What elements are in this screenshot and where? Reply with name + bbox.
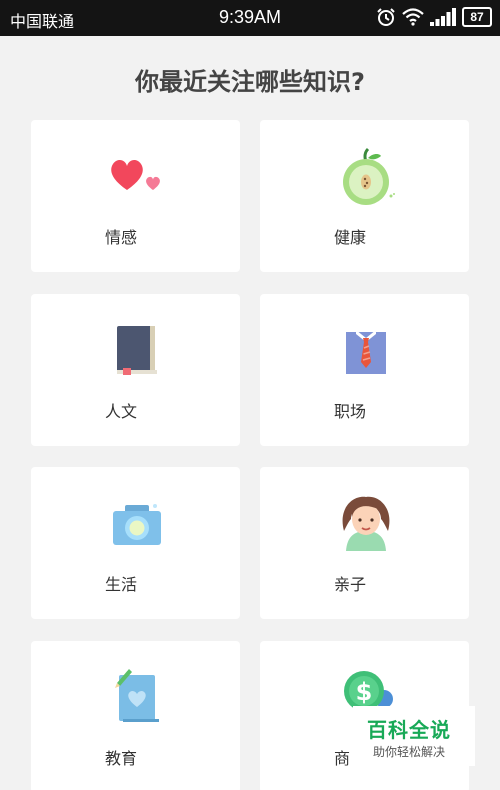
shirt-tie-icon [334,318,398,382]
svg-text:$: $ [356,678,373,706]
watermark-title: 百科全说 [367,718,451,742]
category-label: 商 [334,749,351,768]
category-label: 职场 [334,402,367,421]
battery-icon: 87 [462,7,492,27]
apple-icon [334,144,398,208]
watermark-logo: 百科全说 助你轻松解决 [353,706,475,766]
page-title: 你最近关注哪些知识? [135,68,365,96]
watermark-subtitle: 助你轻松解决 [373,745,446,759]
book-icon [105,318,169,382]
category-card-emotion[interactable]: 情感 [31,120,240,272]
category-label: 教育 [105,749,138,768]
girl-avatar-icon [334,491,398,555]
wifi-icon [402,8,424,26]
category-card-humanities[interactable]: 人文 [31,294,240,446]
category-card-education[interactable]: 教育 [31,641,240,790]
category-label: 人文 [105,402,138,421]
category-card-health[interactable]: 健康 [260,120,469,272]
notebook-pencil-icon [105,665,169,729]
status-bar: 中国联通 9:39AM 87 [0,0,500,36]
signal-icon [430,8,456,26]
category-label: 亲子 [334,575,367,594]
category-card-life[interactable]: 生活 [31,467,240,619]
hearts-icon [105,144,169,208]
category-card-parenting[interactable]: 亲子 [260,467,469,619]
category-card-career[interactable]: 职场 [260,294,469,446]
battery-level: 87 [470,10,484,24]
category-label: 健康 [334,228,367,247]
category-label: 情感 [105,228,138,247]
camera-icon [105,491,169,555]
category-label: 生活 [105,575,138,594]
status-icons: 87 [376,7,492,27]
alarm-icon [377,8,395,26]
